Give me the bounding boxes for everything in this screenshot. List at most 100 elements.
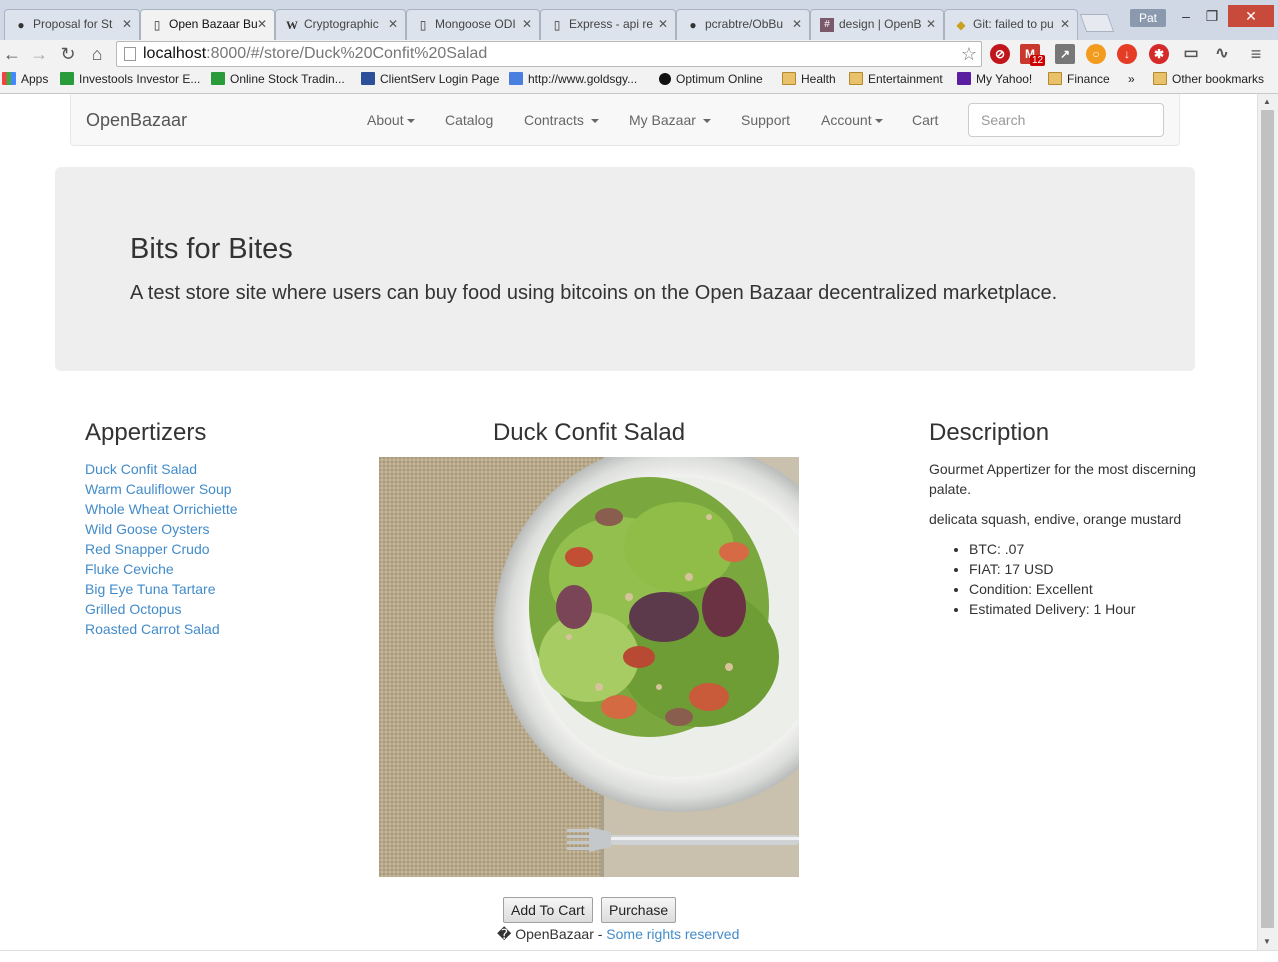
cast-icon[interactable]: ▭ (1181, 44, 1201, 64)
browser-tab[interactable]: # design | OpenB ✕ (810, 9, 944, 40)
new-tab-button[interactable] (1079, 14, 1115, 32)
restore-icon[interactable]: ❐ (1198, 6, 1226, 26)
purchase-button[interactable]: Purchase (601, 897, 677, 923)
caret-down-icon (590, 119, 599, 123)
jumbotron: Bits for Bites A test store site where u… (55, 167, 1195, 371)
git-icon: ◆ (956, 18, 966, 32)
close-icon[interactable]: ✕ (658, 17, 668, 31)
footer: � OpenBazaar - Some rights reserved (497, 926, 739, 943)
window-close-icon[interactable]: ✕ (1228, 5, 1274, 27)
pulse-icon[interactable]: ∿ (1212, 44, 1232, 64)
nav-about[interactable]: About (367, 112, 415, 128)
page-icon (124, 47, 136, 61)
bookmark-item[interactable]: http://www.goldsgy... (509, 72, 637, 86)
address-bar[interactable]: localhost:8000/#/store/Duck%20Confit%20S… (116, 41, 982, 67)
add-to-cart-button[interactable]: Add To Cart (503, 897, 593, 923)
menu-item-link[interactable]: Duck Confit Salad (85, 459, 238, 479)
browser-chrome: ● Proposal for St ✕ ▯ Open Bazaar Bu ✕ W… (0, 0, 1278, 94)
nav-label: Contracts (524, 112, 584, 128)
store-subtitle: A test store site where users can buy fo… (130, 282, 1058, 304)
footer-text: � OpenBazaar - (497, 926, 607, 942)
browser-tab[interactable]: W Cryptographic ✕ (275, 9, 406, 40)
bookmark-folder[interactable]: Health (782, 72, 836, 86)
page-scrollbar[interactable]: ▲ ▼ (1257, 94, 1278, 950)
bookmark-item[interactable]: ClientServ Login Page (361, 72, 499, 86)
bookmark-label: Apps (21, 72, 49, 86)
url-host: localhost (143, 45, 207, 62)
yahoo-icon (957, 72, 971, 85)
detail-item: Estimated Delivery: 1 Hour (969, 599, 1219, 619)
bookmark-label: Finance (1067, 72, 1110, 86)
bookmark-item[interactable]: Online Stock Tradin... (211, 72, 345, 86)
nav-catalog[interactable]: Catalog (445, 112, 493, 128)
close-icon[interactable]: ✕ (388, 17, 398, 31)
browser-tab[interactable]: ▯ Express - api re ✕ (540, 9, 676, 40)
rights-link[interactable]: Some rights reserved (606, 926, 739, 942)
tab-title: Mongoose ODI (435, 17, 516, 31)
close-icon[interactable]: ✕ (122, 17, 132, 31)
forward-icon[interactable]: → (27, 42, 51, 66)
chart-extension-icon[interactable]: ↗ (1055, 44, 1075, 64)
browser-toolbar: ← → ↻ ⌂ localhost:8000/#/store/Duck%20Co… (0, 40, 1278, 68)
nav-contracts[interactable]: Contracts (524, 112, 599, 128)
browser-tab[interactable]: ▯ Mongoose ODI ✕ (406, 9, 540, 40)
menu-icon[interactable]: ≡ (1246, 44, 1266, 64)
scroll-down-arrow-icon[interactable]: ▼ (1263, 937, 1271, 946)
scroll-up-arrow-icon[interactable]: ▲ (1263, 97, 1271, 106)
nav-cart[interactable]: Cart (912, 112, 938, 128)
nav-support[interactable]: Support (741, 112, 790, 128)
bookmark-item[interactable]: My Yahoo! (957, 72, 1032, 86)
download-extension-icon[interactable]: ↓ (1117, 44, 1137, 64)
user-profile-badge[interactable]: Pat (1130, 9, 1166, 27)
navbar-brand[interactable]: OpenBazaar (86, 110, 187, 131)
close-icon[interactable]: ✕ (1060, 17, 1070, 31)
gear-extension-icon[interactable]: ✱ (1149, 44, 1169, 64)
bookmark-folder-other[interactable]: Other bookmarks (1153, 72, 1264, 86)
close-icon[interactable]: ✕ (926, 17, 936, 31)
close-icon[interactable]: ✕ (792, 17, 802, 31)
adblock-icon[interactable]: ⊘ (990, 44, 1010, 64)
search-input[interactable] (968, 103, 1164, 137)
browser-tab[interactable]: ◆ Git: failed to pu ✕ (944, 9, 1078, 40)
menu-list: Appertizers Duck Confit Salad Warm Cauli… (85, 419, 238, 639)
browser-tab[interactable]: ● Proposal for St ✕ (4, 9, 140, 40)
menu-item-link[interactable]: Whole Wheat Orrichiette (85, 499, 238, 519)
product-title: Duck Confit Salad (492, 419, 686, 446)
tab-title: design | OpenB (839, 17, 922, 31)
close-icon[interactable]: ✕ (257, 17, 267, 31)
tab-title: pcrabtre/ObBu (705, 17, 784, 31)
google-icon (509, 72, 523, 85)
close-icon[interactable]: ✕ (522, 17, 532, 31)
bookmark-folder[interactable]: Finance (1048, 72, 1110, 86)
optimum-icon (659, 73, 671, 85)
nav-account[interactable]: Account (821, 112, 883, 128)
menu-item-link[interactable]: Fluke Ceviche (85, 559, 238, 579)
menu-item-link[interactable]: Grilled Octopus (85, 599, 238, 619)
bookmark-star-icon[interactable]: ☆ (961, 42, 977, 66)
back-icon[interactable]: ← (0, 42, 24, 66)
browser-tab-active[interactable]: ▯ Open Bazaar Bu ✕ (140, 9, 275, 40)
scrollbar-thumb[interactable] (1261, 110, 1274, 928)
wikipedia-icon: W (286, 18, 298, 32)
bookmark-label: Investools Investor E... (79, 72, 201, 86)
bookmark-item[interactable]: Investools Investor E... (60, 72, 200, 86)
menu-item-link[interactable]: Warm Cauliflower Soup (85, 479, 238, 499)
menu-heading: Appertizers (85, 419, 207, 446)
home-icon[interactable]: ⌂ (85, 42, 109, 66)
menu-item-link[interactable]: Roasted Carrot Salad (85, 619, 238, 639)
menu-item-link[interactable]: Wild Goose Oysters (85, 519, 238, 539)
nav-label: My Bazaar (629, 112, 696, 128)
ring-extension-icon[interactable]: ○ (1086, 44, 1106, 64)
bookmarks-overflow-chevron[interactable]: » (1128, 72, 1135, 86)
reload-icon[interactable]: ↻ (56, 42, 80, 66)
menu-item-link[interactable]: Red Snapper Crudo (85, 539, 238, 559)
ingredients-text: delicata squash, endive, orange mustard (929, 511, 1182, 527)
bookmark-folder[interactable]: Entertainment (849, 72, 943, 86)
bookmark-item[interactable]: Optimum Online (659, 72, 763, 86)
bookmark-apps[interactable]: Apps (2, 72, 48, 86)
browser-tab[interactable]: ● pcrabtre/ObBu ✕ (676, 9, 810, 40)
nav-my-bazaar[interactable]: My Bazaar (629, 112, 711, 128)
clientserv-icon (361, 72, 375, 85)
menu-item-link[interactable]: Big Eye Tuna Tartare (85, 579, 238, 599)
minimize-icon[interactable]: – (1172, 6, 1200, 26)
